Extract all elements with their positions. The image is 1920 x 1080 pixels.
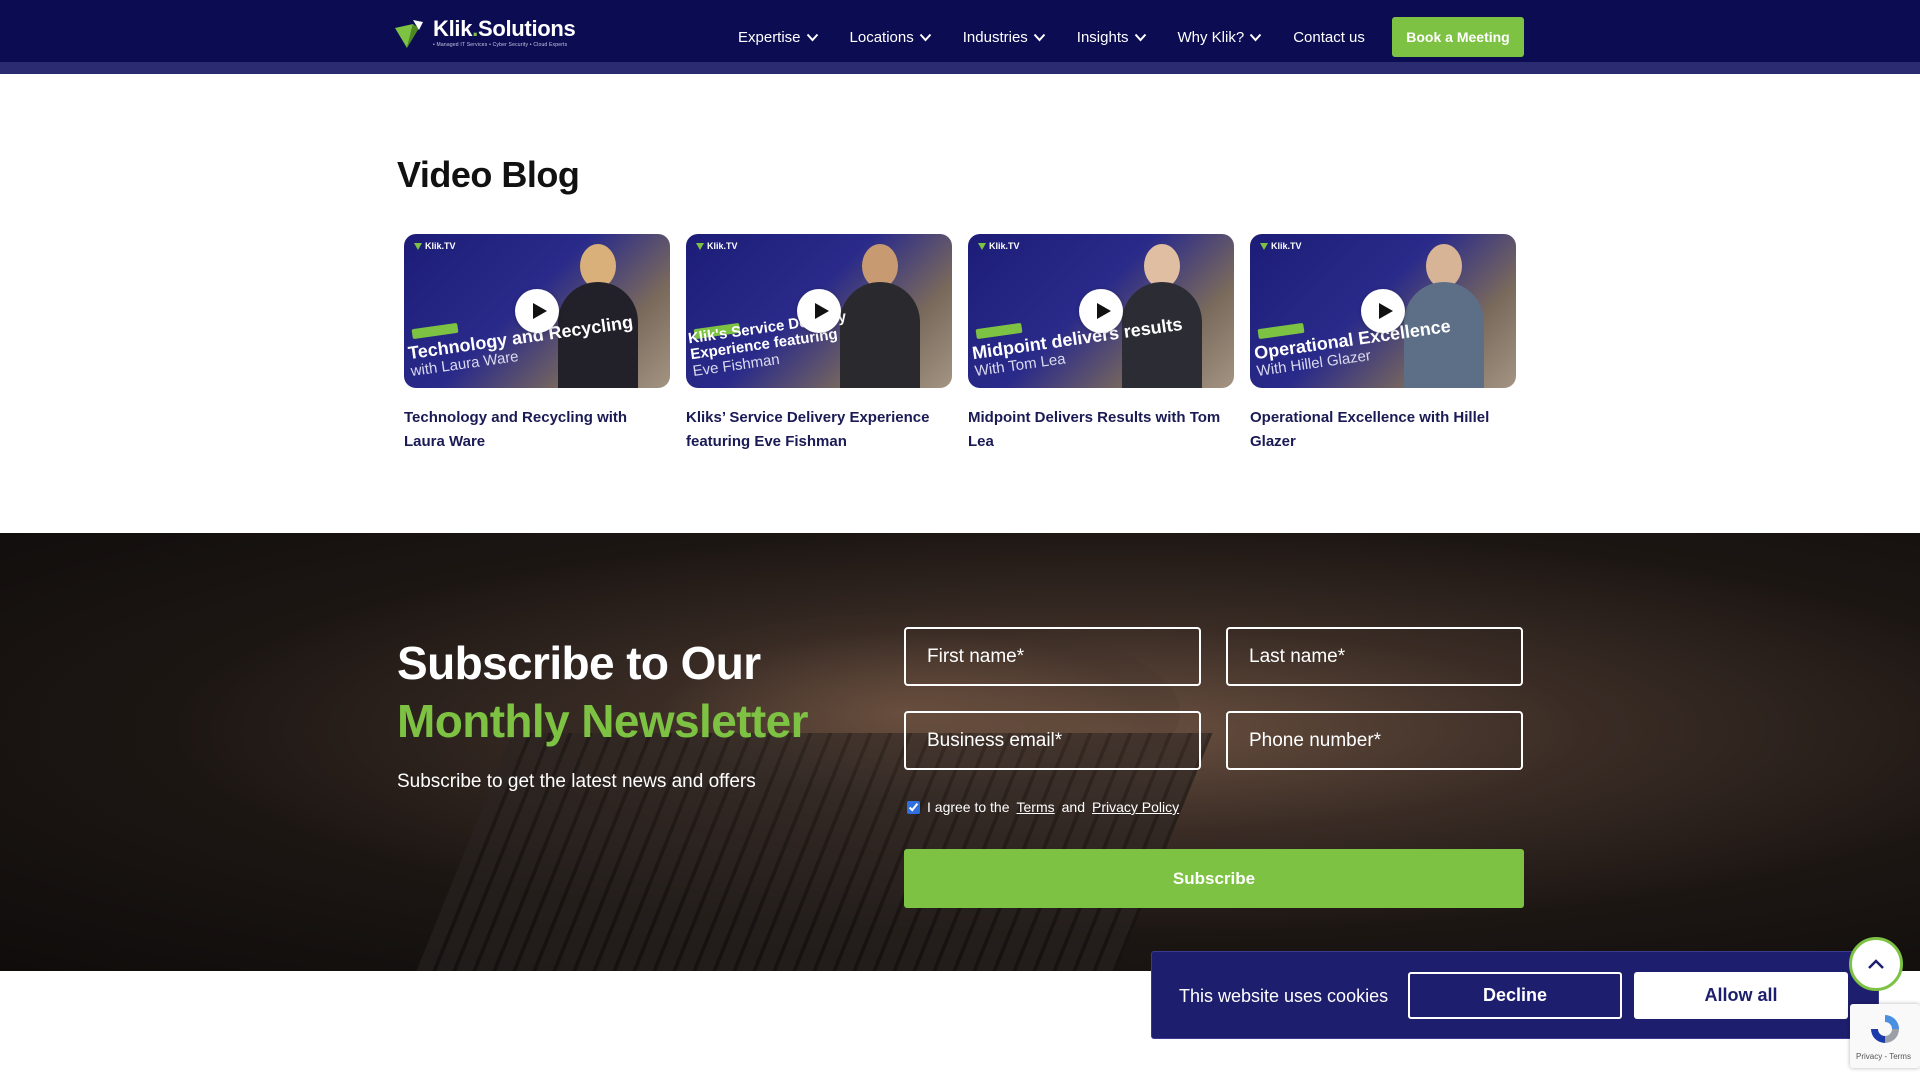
chevron-down-icon (806, 33, 818, 41)
video-card[interactable]: Klik.TV Operational Excellence With Hill… (1250, 234, 1516, 454)
video-blog-title: Video Blog (397, 154, 580, 195)
decline-cookies-button[interactable]: Decline (1408, 972, 1622, 1019)
allow-all-cookies-button[interactable]: Allow all (1634, 972, 1848, 1019)
nav-item-contact-us[interactable]: Contact us (1293, 29, 1365, 46)
chevron-down-icon (1134, 33, 1146, 41)
newsletter-section: Subscribe to Our Monthly Newsletter Subs… (0, 533, 1920, 971)
video-list: Klik.TV Technology and Recycling with La… (404, 234, 1528, 454)
klik-tv-badge: Klik.TV (1260, 241, 1302, 251)
video-card[interactable]: Klik.TV Technology and Recycling with La… (404, 234, 670, 454)
nav-item-locations[interactable]: Locations (850, 29, 932, 46)
klik-logo-icon (393, 18, 425, 50)
agree-checkbox[interactable] (907, 800, 920, 814)
privacy-policy-link[interactable]: Privacy Policy (1092, 799, 1179, 815)
agree-checkbox-row: I agree to the Terms and Privacy Policy (907, 799, 1179, 815)
newsletter-subtext: Subscribe to get the latest news and off… (397, 771, 756, 792)
klik-tv-badge: Klik.TV (414, 241, 456, 251)
video-caption[interactable]: Technology and Recycling with Laura Ware (404, 406, 670, 454)
recaptcha-icon (1871, 1015, 1899, 1043)
nav-item-why-klik[interactable]: Why Klik? (1178, 29, 1263, 46)
chevron-down-icon (919, 33, 931, 41)
chevron-down-icon (1033, 33, 1046, 41)
video-thumbnail[interactable]: Klik.TV Technology and Recycling with La… (404, 234, 670, 388)
cookie-text: This website uses cookies (1179, 986, 1389, 1006)
main-nav: Expertise Locations Industries Insights … (738, 0, 1365, 74)
chevron-up-icon (1868, 959, 1884, 969)
recaptcha-badge[interactable]: Privacy - Terms (1850, 1004, 1920, 1068)
klik-tv-badge: Klik.TV (696, 241, 738, 251)
nav-item-industries[interactable]: Industries (963, 29, 1046, 46)
klik-tv-badge: Klik.TV (978, 241, 1020, 251)
video-card[interactable]: Klik.TV Klik's Service Delivery Experien… (686, 234, 952, 454)
scroll-to-top-button[interactable] (1849, 937, 1903, 991)
chevron-down-icon (1249, 33, 1262, 41)
nav-item-expertise[interactable]: Expertise (738, 29, 819, 46)
business-email-field[interactable] (904, 711, 1201, 770)
play-icon[interactable] (1361, 289, 1405, 333)
terms-link[interactable]: Terms (1017, 799, 1055, 815)
video-thumbnail[interactable]: Klik.TV Operational Excellence With Hill… (1250, 234, 1516, 388)
play-icon[interactable] (797, 289, 841, 333)
video-caption[interactable]: Operational Excellence with Hillel Glaze… (1250, 406, 1516, 454)
recaptcha-footer: Privacy - Terms (1856, 1052, 1911, 1061)
first-name-field[interactable] (904, 627, 1201, 686)
logo-name: Klik.Solutions (433, 16, 576, 41)
newsletter-heading: Subscribe to Our Monthly Newsletter (397, 637, 809, 747)
site-logo[interactable]: Klik.Solutions • Managed IT Services • C… (393, 16, 576, 50)
play-icon[interactable] (1079, 289, 1123, 333)
logo-tagline: • Managed IT Services • Cyber Security •… (433, 42, 568, 48)
video-caption[interactable]: Midpoint Delivers Results with Tom Lea (968, 406, 1234, 454)
phone-number-field[interactable] (1226, 711, 1523, 770)
book-meeting-button[interactable]: Book a Meeting (1392, 17, 1524, 57)
play-icon[interactable] (515, 289, 559, 333)
video-thumbnail[interactable]: Klik.TV Klik's Service Delivery Experien… (686, 234, 952, 388)
video-card[interactable]: Klik.TV Midpoint delivers results With T… (968, 234, 1234, 454)
subscribe-button[interactable]: Subscribe (904, 849, 1524, 908)
cookie-banner: This website uses cookies Decline Allow … (1151, 951, 1879, 1039)
video-caption[interactable]: Kliks’ Service Delivery Experience featu… (686, 406, 952, 454)
last-name-field[interactable] (1226, 627, 1523, 686)
logo-text: Klik.Solutions • Managed IT Services • C… (433, 16, 576, 49)
video-thumbnail[interactable]: Klik.TV Midpoint delivers results With T… (968, 234, 1234, 388)
nav-item-insights[interactable]: Insights (1077, 29, 1147, 46)
site-header: Klik.Solutions • Managed IT Services • C… (0, 0, 1920, 74)
